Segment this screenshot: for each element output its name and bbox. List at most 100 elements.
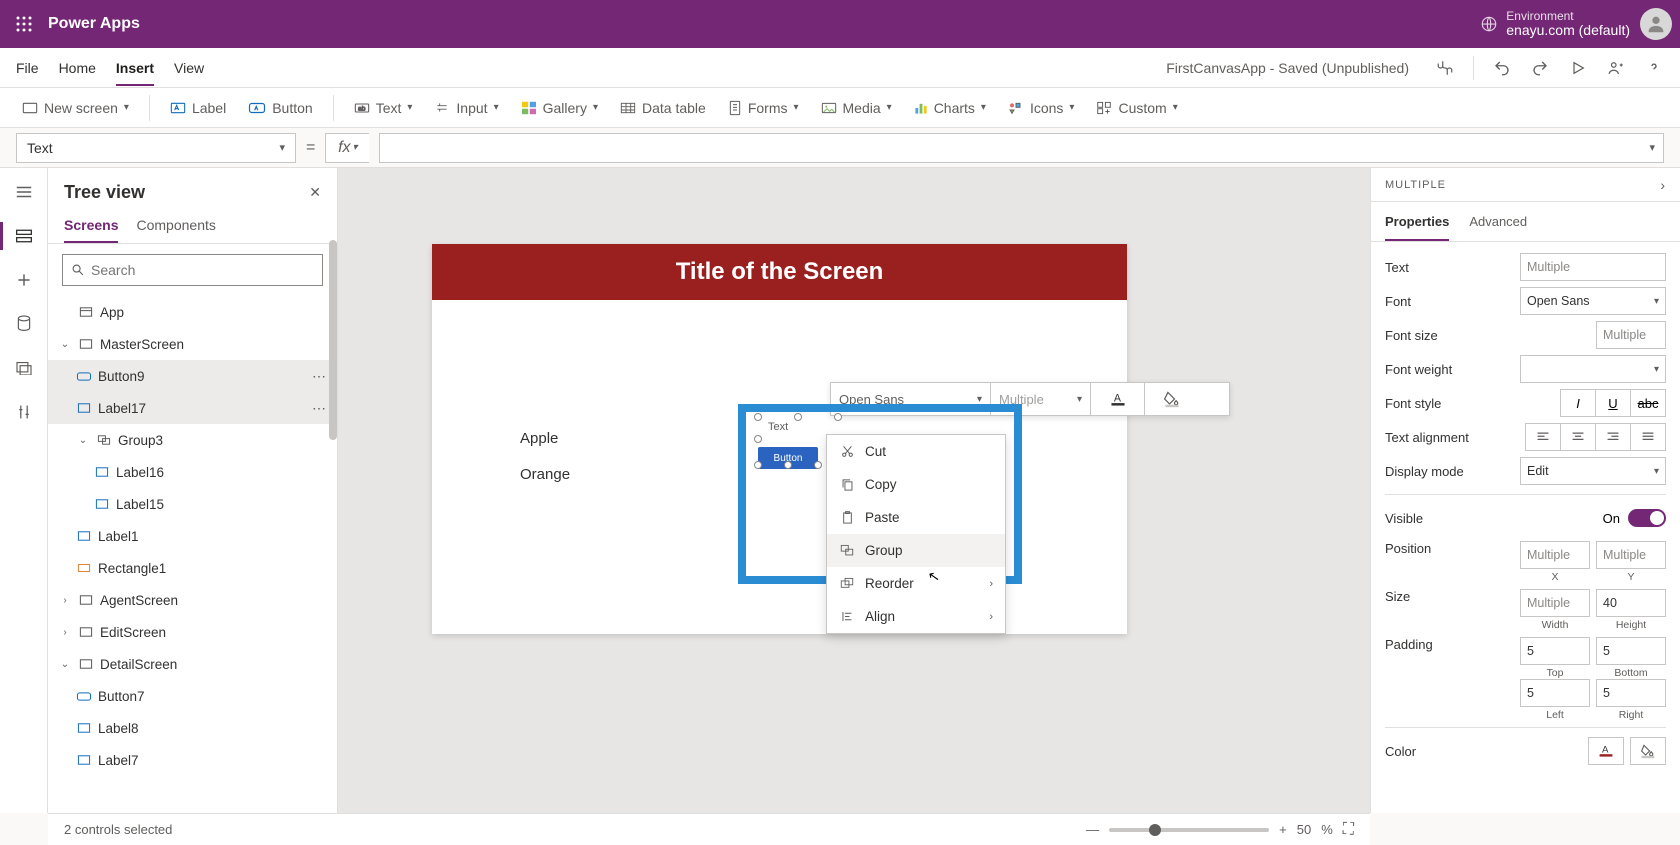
pad-right-input[interactable]: 5: [1596, 679, 1666, 707]
waffle-icon[interactable]: [8, 8, 40, 40]
forms-dropdown[interactable]: Forms▾: [722, 96, 805, 120]
ctx-align[interactable]: Align›: [827, 600, 1005, 633]
font-selector[interactable]: Open Sans▾: [831, 383, 991, 415]
ctx-group[interactable]: Group: [827, 534, 1005, 567]
media-dropdown[interactable]: Media▾: [815, 96, 898, 120]
app-checker-icon[interactable]: [1435, 58, 1455, 78]
width-input[interactable]: Multiple: [1520, 589, 1590, 617]
formula-input[interactable]: ▾: [379, 133, 1664, 163]
zoom-out-button[interactable]: —: [1086, 822, 1099, 837]
ctx-paste[interactable]: Paste: [827, 501, 1005, 534]
ctx-reorder[interactable]: Reorder›: [827, 567, 1005, 600]
datatable-button[interactable]: Data table: [614, 96, 712, 120]
node-label16[interactable]: Label16: [48, 456, 337, 488]
chevron-right-icon[interactable]: ›: [1660, 177, 1666, 193]
prop-fontsize-input[interactable]: Multiple: [1596, 321, 1666, 349]
search-field[interactable]: [91, 262, 314, 278]
node-detailscreen[interactable]: ⌄DetailScreen: [48, 648, 337, 680]
hamburger-icon[interactable]: [12, 180, 36, 204]
play-icon[interactable]: [1568, 58, 1588, 78]
node-rectangle1[interactable]: Rectangle1: [48, 552, 337, 584]
fontsize-selector[interactable]: Multiple▾: [991, 383, 1091, 415]
share-icon[interactable]: [1606, 58, 1626, 78]
node-button9[interactable]: Button9⋯: [48, 360, 337, 392]
scrollbar[interactable]: [329, 240, 337, 440]
pad-bottom-input[interactable]: 5: [1596, 637, 1666, 665]
underline-button[interactable]: U: [1595, 389, 1631, 417]
node-label8[interactable]: Label8: [48, 712, 337, 744]
treeview-icon[interactable]: [12, 224, 36, 248]
font-color-button[interactable]: A: [1091, 383, 1145, 415]
italic-button[interactable]: I: [1560, 389, 1596, 417]
icons-dropdown[interactable]: Icons▾: [1002, 96, 1081, 120]
search-input[interactable]: [62, 254, 323, 286]
node-editscreen[interactable]: ›EditScreen: [48, 616, 337, 648]
prop-fontweight-select[interactable]: ▾: [1520, 355, 1666, 383]
help-icon[interactable]: [1644, 58, 1664, 78]
strike-button[interactable]: abc: [1630, 389, 1666, 417]
input-dropdown[interactable]: Input▾: [428, 96, 504, 120]
menu-home[interactable]: Home: [59, 50, 96, 86]
tab-advanced[interactable]: Advanced: [1469, 214, 1527, 241]
selected-text-label[interactable]: Text: [768, 421, 788, 433]
label-apple[interactable]: Apple: [520, 430, 558, 447]
label-orange[interactable]: Orange: [520, 466, 570, 483]
environment-picker[interactable]: Environment enayu.com (default): [1480, 10, 1630, 39]
ctx-cut[interactable]: Cut: [827, 435, 1005, 468]
redo-icon[interactable]: [1530, 58, 1550, 78]
fill-color-button[interactable]: [1145, 383, 1199, 415]
pos-y-input[interactable]: Multiple: [1596, 541, 1666, 569]
prop-display-select[interactable]: Edit▾: [1520, 457, 1666, 485]
node-button7[interactable]: Button7: [48, 680, 337, 712]
media-rail-icon[interactable]: [12, 356, 36, 380]
pad-top-input[interactable]: 5: [1520, 637, 1590, 665]
height-input[interactable]: 40: [1596, 589, 1666, 617]
canvas-area[interactable]: Title of the Screen Apple Orange Open Sa…: [338, 168, 1370, 813]
menu-insert[interactable]: Insert: [116, 50, 154, 86]
text-dropdown[interactable]: ab Text▾: [348, 96, 419, 120]
prop-font-select[interactable]: Open Sans▾: [1520, 287, 1666, 315]
charts-dropdown[interactable]: Charts▾: [908, 96, 992, 120]
gallery-dropdown[interactable]: Gallery▾: [515, 96, 604, 120]
align-right-button[interactable]: [1595, 423, 1631, 451]
align-left-button[interactable]: [1525, 423, 1561, 451]
data-icon[interactable]: [12, 312, 36, 336]
fill-color-button[interactable]: [1630, 737, 1666, 765]
zoom-in-button[interactable]: +: [1279, 822, 1287, 837]
prop-text-input[interactable]: Multiple: [1520, 253, 1666, 281]
node-agentscreen[interactable]: ›AgentScreen: [48, 584, 337, 616]
property-selector[interactable]: Text ▾: [16, 133, 296, 163]
avatar[interactable]: [1640, 8, 1672, 40]
visible-toggle[interactable]: [1628, 509, 1666, 527]
node-group3[interactable]: ⌄Group3: [48, 424, 337, 456]
button-button[interactable]: Button: [242, 96, 318, 120]
pos-x-input[interactable]: Multiple: [1520, 541, 1590, 569]
more-icon[interactable]: ⋯: [312, 400, 327, 417]
menu-file[interactable]: File: [16, 50, 39, 86]
align-center-button[interactable]: [1560, 423, 1596, 451]
zoom-slider[interactable]: [1109, 828, 1269, 832]
text-color-button[interactable]: A: [1588, 737, 1624, 765]
label-button[interactable]: Label: [164, 96, 232, 120]
tools-icon[interactable]: [12, 400, 36, 424]
custom-dropdown[interactable]: Custom▾: [1090, 96, 1183, 120]
node-label1[interactable]: Label1: [48, 520, 337, 552]
pad-left-input[interactable]: 5: [1520, 679, 1590, 707]
ctx-copy[interactable]: Copy: [827, 468, 1005, 501]
node-label15[interactable]: Label15: [48, 488, 337, 520]
node-label7[interactable]: Label7: [48, 744, 337, 776]
fx-button[interactable]: fx▾: [325, 133, 369, 163]
node-app[interactable]: App: [48, 296, 337, 328]
add-icon[interactable]: [12, 268, 36, 292]
tab-components[interactable]: Components: [136, 209, 215, 243]
node-label17[interactable]: Label17⋯: [48, 392, 337, 424]
undo-icon[interactable]: [1492, 58, 1512, 78]
tab-properties[interactable]: Properties: [1385, 214, 1449, 241]
close-icon[interactable]: ✕: [309, 184, 321, 201]
fit-button[interactable]: ⛶: [1343, 821, 1354, 839]
align-justify-button[interactable]: [1630, 423, 1666, 451]
menu-view[interactable]: View: [174, 50, 204, 86]
new-screen-button[interactable]: New screen▾: [16, 96, 135, 120]
tab-screens[interactable]: Screens: [64, 209, 118, 243]
more-icon[interactable]: ⋯: [312, 368, 327, 385]
